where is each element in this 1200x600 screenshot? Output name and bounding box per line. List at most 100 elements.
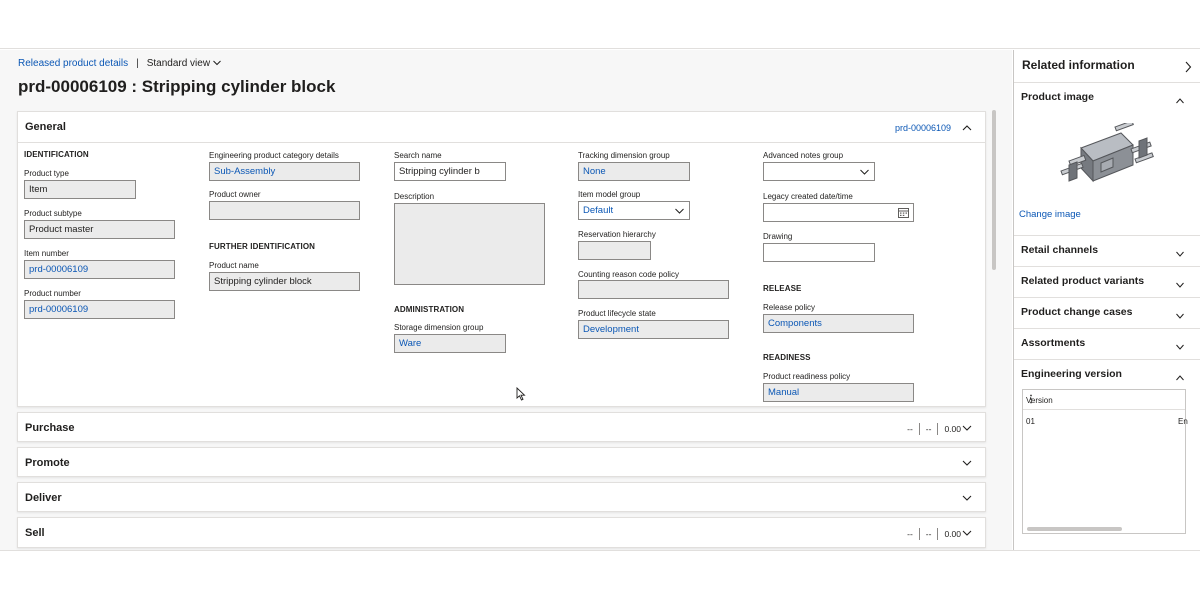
assortments-section[interactable]: Assortments	[1014, 328, 1200, 359]
product-type-field[interactable]: Item	[24, 180, 136, 199]
view-selector[interactable]: Standard view	[147, 58, 221, 69]
purchase-section[interactable]: Purchase -- -- 0.00	[17, 412, 986, 442]
further-identification-heading: FURTHER IDENTIFICATION	[209, 242, 316, 251]
mouse-cursor-icon	[516, 386, 526, 406]
next-column-cell: En	[1178, 417, 1188, 426]
table-row[interactable]: 01 En	[1023, 412, 1188, 432]
item-model-label: Item model group	[578, 190, 641, 199]
product-owner-field[interactable]	[209, 201, 360, 220]
product-number-label: Product number	[24, 289, 81, 298]
sell-section[interactable]: Sell -- -- 0.00	[17, 517, 986, 548]
category-details-field[interactable]: Sub-Assembly	[209, 162, 360, 181]
promote-section[interactable]: Promote	[17, 447, 986, 477]
change-cases-title: Product change cases	[1021, 306, 1133, 318]
divider	[918, 528, 920, 540]
product-subtype-field[interactable]: Product master	[24, 220, 175, 239]
purchase-title: Purchase	[25, 422, 75, 434]
deliver-section[interactable]: Deliver	[17, 482, 986, 512]
description-textarea[interactable]	[394, 203, 545, 285]
sell-title: Sell	[25, 527, 45, 539]
sell-summary: -- -- 0.00	[907, 528, 961, 540]
change-image-link[interactable]: Change image	[1019, 209, 1081, 220]
release-policy-field[interactable]: Components	[763, 314, 914, 333]
counting-reason-field[interactable]	[578, 280, 729, 299]
storage-dimension-label: Storage dimension group	[394, 323, 484, 332]
bottom-band	[0, 550, 1200, 600]
item-number-field[interactable]: prd-00006109	[24, 260, 175, 279]
readiness-policy-field[interactable]: Manual	[763, 383, 914, 402]
search-name-field[interactable]: Stripping cylinder b	[394, 162, 506, 181]
drawing-label: Drawing	[763, 232, 793, 241]
administration-heading: ADMINISTRATION	[394, 305, 465, 314]
promote-title: Promote	[25, 457, 70, 469]
chevron-down-icon	[213, 58, 221, 69]
item-model-select[interactable]: Default	[578, 201, 690, 220]
divider	[937, 423, 939, 435]
legacy-created-field[interactable]	[763, 203, 914, 222]
related-information-pane: Related information Product image Change…	[1013, 50, 1200, 550]
divider	[937, 528, 939, 540]
chevron-up-icon[interactable]	[1175, 93, 1185, 111]
calendar-icon[interactable]	[898, 207, 909, 221]
product-image	[1051, 120, 1161, 198]
engineering-version-grid: Version ⋮ 01 En	[1022, 389, 1188, 534]
search-name-label: Search name	[394, 151, 442, 160]
retail-channels-section[interactable]: Retail channels	[1014, 235, 1200, 266]
chevron-down-icon[interactable]	[961, 527, 973, 539]
change-cases-section[interactable]: Product change cases	[1014, 297, 1200, 328]
readiness-heading: READINESS	[763, 353, 811, 362]
reservation-hierarchy-field[interactable]	[578, 241, 651, 260]
chevron-down-icon[interactable]	[961, 492, 973, 504]
advanced-notes-label: Advanced notes group	[763, 151, 844, 160]
description-label: Description	[394, 192, 435, 201]
scrollbar-thumb[interactable]	[992, 110, 996, 270]
sell-summary-2: --	[925, 529, 932, 539]
assortments-title: Assortments	[1021, 337, 1086, 349]
sell-summary-1: --	[907, 529, 913, 539]
breadcrumb: Released product details | Standard view	[18, 58, 221, 69]
chevron-down-icon	[675, 206, 684, 217]
general-header-id: prd-00006109	[894, 123, 951, 133]
tracking-dimension-label: Tracking dimension group	[578, 151, 670, 160]
storage-dimension-field[interactable]: Ware	[394, 334, 506, 353]
more-icon[interactable]: ⋮	[1026, 394, 1181, 405]
general-section: General prd-00006109 IDENTIFICATION Prod…	[17, 111, 986, 407]
chevron-down-icon[interactable]	[961, 457, 973, 469]
deliver-title: Deliver	[25, 492, 62, 504]
version-cell: 01	[1026, 417, 1035, 426]
advanced-notes-select[interactable]	[763, 162, 875, 181]
lifecycle-state-label: Product lifecycle state	[578, 309, 656, 318]
purchase-summary-3: 0.00	[944, 424, 961, 434]
item-number-label: Item number	[24, 249, 69, 258]
engineering-version-title[interactable]: Engineering version	[1021, 368, 1122, 380]
chevron-right-icon[interactable]	[1184, 60, 1192, 78]
product-image-title[interactable]: Product image	[1021, 91, 1094, 103]
product-owner-label: Product owner	[209, 190, 261, 199]
chevron-up-icon[interactable]	[961, 122, 973, 134]
chevron-down-icon[interactable]	[961, 422, 973, 434]
purchase-summary-2: --	[925, 424, 932, 434]
product-name-field[interactable]: Stripping cylinder block	[209, 272, 360, 291]
breadcrumb-link[interactable]: Released product details	[18, 58, 128, 69]
related-information-title: Related information	[1022, 58, 1135, 72]
release-policy-label: Release policy	[763, 303, 816, 312]
general-header[interactable]: General prd-00006109	[18, 112, 985, 143]
drawing-field[interactable]	[763, 243, 875, 262]
related-variants-section[interactable]: Related product variants	[1014, 266, 1200, 297]
identification-heading: IDENTIFICATION	[24, 150, 89, 159]
chevron-down-icon	[860, 167, 869, 178]
retail-channels-title: Retail channels	[1021, 244, 1099, 256]
release-heading: RELEASE	[763, 284, 802, 293]
product-number-field[interactable]: prd-00006109	[24, 300, 175, 319]
related-variants-title: Related product variants	[1021, 275, 1145, 287]
chevron-up-icon[interactable]	[1175, 370, 1185, 388]
tracking-dimension-field[interactable]: None	[578, 162, 690, 181]
lifecycle-state-field[interactable]: Development	[578, 320, 729, 339]
purchase-summary-1: --	[907, 424, 913, 434]
view-selector-label: Standard view	[146, 58, 211, 69]
horizontal-scrollbar[interactable]	[1027, 527, 1122, 531]
counting-reason-label: Counting reason code policy	[578, 270, 679, 279]
sell-summary-3: 0.00	[944, 529, 961, 539]
product-type-label: Product type	[24, 169, 69, 178]
vertical-scrollbar[interactable]	[991, 110, 997, 550]
